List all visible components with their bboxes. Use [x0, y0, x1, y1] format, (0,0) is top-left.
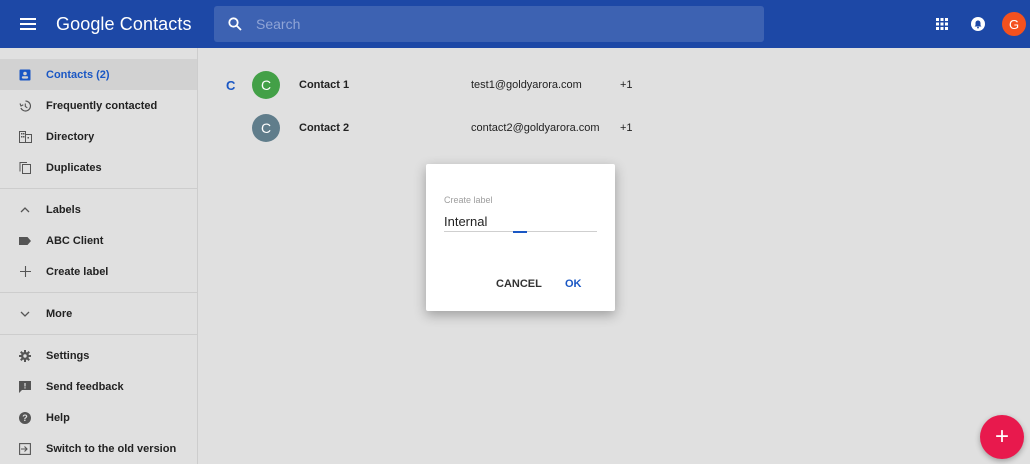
- label-icon: [18, 234, 32, 248]
- sidebar-item-contacts[interactable]: Contacts (2): [0, 59, 197, 90]
- apps-grid-icon: [936, 18, 948, 30]
- create-contact-button[interactable]: +: [980, 415, 1024, 459]
- sidebar-item-label: ABC Client: [46, 234, 104, 247]
- sidebar-item-help[interactable]: ? Help: [0, 402, 197, 433]
- sidebar-item-label: More: [46, 307, 73, 320]
- plus-icon: [18, 265, 32, 279]
- sidebar-divider: [0, 292, 197, 293]
- section-letter: C: [226, 77, 236, 93]
- dialog-field-label: Create label: [444, 195, 493, 205]
- sidebar-item-settings[interactable]: Settings: [0, 340, 197, 371]
- sidebar-item-more[interactable]: More: [0, 298, 197, 329]
- apps-button[interactable]: [924, 0, 960, 48]
- sidebar-divider: [0, 334, 197, 335]
- sidebar-item-label: Directory: [46, 130, 95, 143]
- sidebar-item-send-feedback[interactable]: Send feedback: [0, 371, 197, 402]
- contact-email: contact2@goldyarora.com: [471, 122, 600, 134]
- account-avatar[interactable]: G: [1002, 12, 1026, 36]
- avatar[interactable]: C: [252, 114, 280, 142]
- contact-phone: +1: [620, 79, 633, 91]
- app-header: Google Contacts G: [0, 0, 1030, 48]
- table-row[interactable]: C C Contact 1 test1@goldyarora.com +1: [198, 65, 1030, 105]
- hamburger-icon: [20, 18, 36, 30]
- contacts-icon: [18, 68, 32, 82]
- main-menu-button[interactable]: [0, 0, 56, 48]
- search-icon: [228, 17, 242, 31]
- gear-icon: [18, 349, 32, 363]
- sidebar-item-labels-toggle[interactable]: Labels: [0, 194, 197, 225]
- chevron-down-icon: [18, 307, 32, 321]
- sidebar-item-abc-client[interactable]: ABC Client: [0, 225, 197, 256]
- ok-button[interactable]: OK: [565, 278, 582, 290]
- contact-name: Contact 1: [299, 79, 350, 91]
- sidebar-item-create-label[interactable]: Create label: [0, 256, 197, 287]
- header-actions: G: [924, 0, 1030, 48]
- search-bar[interactable]: [214, 6, 764, 42]
- sidebar-item-duplicates[interactable]: Duplicates: [0, 152, 197, 183]
- copy-icon: [18, 161, 32, 175]
- app-title[interactable]: Google Contacts: [56, 14, 212, 35]
- sidebar-item-switch-old-version[interactable]: Switch to the old version: [0, 433, 197, 464]
- sidebar-item-label: Help: [46, 411, 70, 424]
- sidebar-divider: [0, 188, 197, 189]
- sidebar-item-label: Contacts (2): [46, 68, 110, 81]
- exit-icon: [18, 442, 32, 456]
- input-focus-indicator: [513, 231, 527, 233]
- notifications-icon: [971, 17, 985, 31]
- domain-icon: [18, 130, 32, 144]
- search-input[interactable]: [256, 16, 716, 32]
- sidebar-item-label: Duplicates: [46, 161, 102, 174]
- contact-email: test1@goldyarora.com: [471, 79, 582, 91]
- sidebar: Contacts (2) Frequently contacted Direct…: [0, 48, 198, 464]
- help-icon: ?: [18, 411, 32, 425]
- svg-text:?: ?: [22, 413, 28, 423]
- sidebar-item-label: Frequently contacted: [46, 99, 158, 112]
- sidebar-item-label: Settings: [46, 349, 90, 362]
- sidebar-item-label: Create label: [46, 265, 109, 278]
- contact-name: Contact 2: [299, 122, 350, 134]
- sidebar-item-label: Switch to the old version: [46, 442, 177, 455]
- table-row[interactable]: C Contact 2 contact2@goldyarora.com +1: [198, 108, 1030, 148]
- sidebar-item-directory[interactable]: Directory: [0, 121, 197, 152]
- sidebar-item-frequently-contacted[interactable]: Frequently contacted: [0, 90, 197, 121]
- history-icon: [18, 99, 32, 113]
- avatar[interactable]: C: [252, 71, 280, 99]
- chevron-up-icon: [18, 203, 32, 217]
- sidebar-item-label: Labels: [46, 203, 81, 216]
- cancel-button[interactable]: CANCEL: [496, 278, 542, 290]
- sidebar-item-label: Send feedback: [46, 380, 124, 393]
- label-name-input[interactable]: [444, 212, 597, 232]
- contact-phone: +1: [620, 122, 633, 134]
- notifications-button[interactable]: [960, 0, 996, 48]
- create-label-dialog: Create label CANCEL OK: [426, 164, 615, 311]
- feedback-icon: [18, 380, 32, 394]
